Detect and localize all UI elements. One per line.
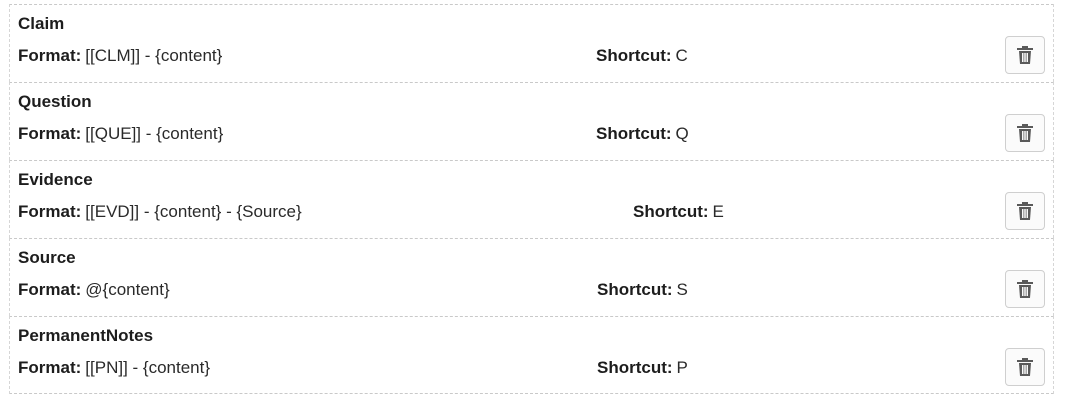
shortcut-value: E	[712, 202, 724, 221]
format-value: [[QUE]] - {content}	[85, 124, 224, 143]
format-line: Format: [[CLM]] - {content}	[18, 46, 222, 66]
format-label: Format:	[18, 124, 82, 143]
format-line: Format: [[EVD]] - {content} - {Source}	[18, 202, 302, 222]
format-label: Format:	[18, 280, 82, 299]
entry-type-row-permanentnotes: PermanentNotes Format: [[PN]] - {content}…	[9, 316, 1054, 394]
trash-icon	[1017, 202, 1033, 220]
trash-icon	[1017, 46, 1033, 64]
shortcut-value: S	[676, 280, 688, 299]
shortcut-label: Shortcut:	[633, 202, 709, 221]
entry-type-title: Question	[18, 92, 92, 111]
trash-icon	[1017, 280, 1033, 298]
shortcut-line: Shortcut: C	[596, 46, 688, 66]
delete-button[interactable]	[1005, 348, 1045, 386]
shortcut-label: Shortcut:	[596, 124, 672, 143]
trash-icon	[1017, 124, 1033, 142]
delete-button[interactable]	[1005, 114, 1045, 152]
entry-type-title: Evidence	[18, 170, 93, 189]
entry-type-row-question: Question Format: [[QUE]] - {content} Shor…	[9, 82, 1054, 160]
format-line: Format: [[PN]] - {content}	[18, 358, 210, 378]
entry-type-title: Claim	[18, 14, 65, 33]
format-value: [[PN]] - {content}	[85, 358, 211, 377]
entry-type-title: Source	[18, 248, 76, 267]
shortcut-line: Shortcut: P	[597, 358, 688, 378]
trash-icon	[1017, 358, 1033, 376]
format-value: [[CLM]] - {content}	[85, 46, 223, 65]
shortcut-value: P	[676, 358, 688, 377]
delete-button[interactable]	[1005, 36, 1045, 74]
shortcut-label: Shortcut:	[597, 358, 673, 377]
shortcut-label: Shortcut:	[596, 46, 672, 65]
shortcut-value: C	[675, 46, 688, 65]
shortcut-value: Q	[675, 124, 689, 143]
entry-type-row-evidence: Evidence Format: [[EVD]] - {content} - {S…	[9, 160, 1054, 238]
delete-button[interactable]	[1005, 270, 1045, 308]
entry-type-list: Claim Format: [[CLM]] - {content} Shortcu…	[9, 4, 1054, 394]
entry-type-row-source: Source Format: @{content} Shortcut: S	[9, 238, 1054, 316]
format-line: Format: [[QUE]] - {content}	[18, 124, 223, 144]
format-label: Format:	[18, 46, 82, 65]
format-line: Format: @{content}	[18, 280, 170, 300]
shortcut-line: Shortcut: S	[597, 280, 688, 300]
format-label: Format:	[18, 202, 82, 221]
shortcut-label: Shortcut:	[597, 280, 673, 299]
entry-type-title: PermanentNotes	[18, 326, 154, 345]
format-value: @{content}	[85, 280, 170, 299]
format-value: [[EVD]] - {content} - {Source}	[85, 202, 302, 221]
delete-button[interactable]	[1005, 192, 1045, 230]
entry-type-row-claim: Claim Format: [[CLM]] - {content} Shortcu…	[9, 4, 1054, 82]
shortcut-line: Shortcut: Q	[596, 124, 689, 144]
format-label: Format:	[18, 358, 82, 377]
shortcut-line: Shortcut: E	[633, 202, 724, 222]
